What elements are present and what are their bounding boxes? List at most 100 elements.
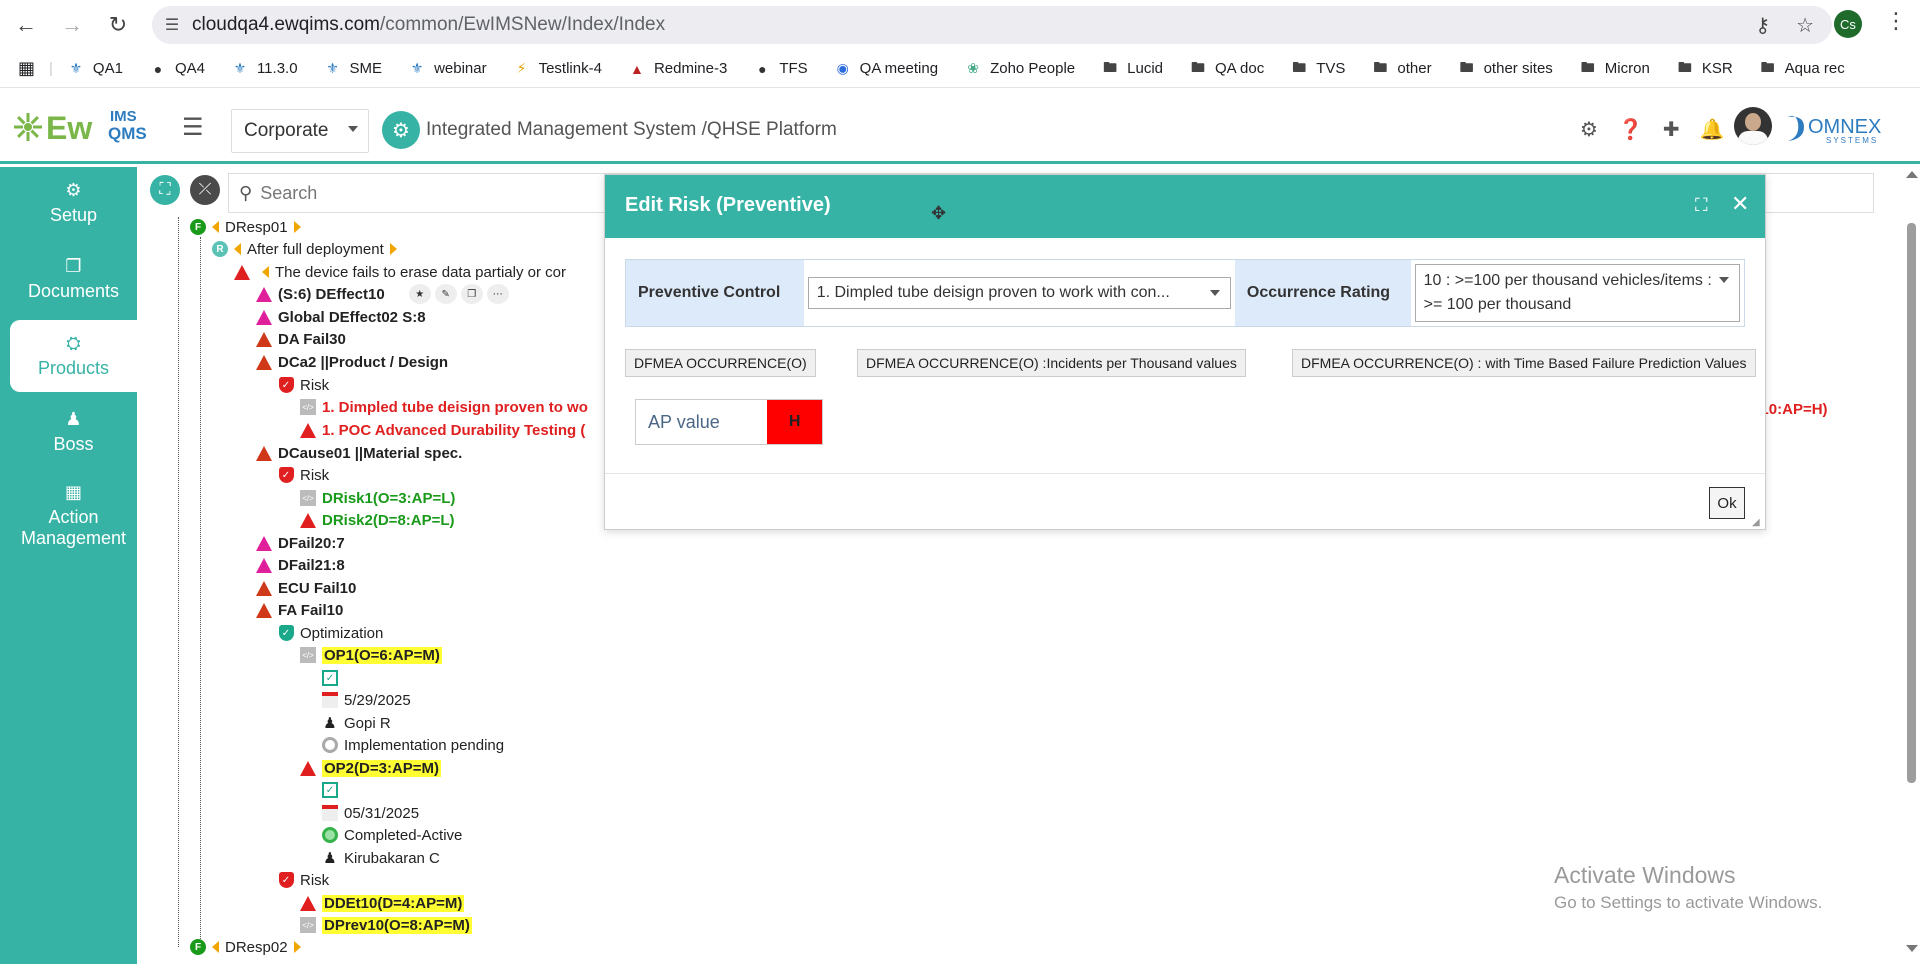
edit-icon[interactable]: ✎ xyxy=(434,284,457,304)
expand-all-icon[interactable]: ⛶ xyxy=(150,175,180,205)
tree-node[interactable]: DFail21:8 xyxy=(256,555,345,575)
tree-node[interactable]: ♟ Gopi R xyxy=(322,713,390,733)
copy-icon[interactable]: ❐ xyxy=(460,284,483,304)
reload-icon[interactable]: ↻ xyxy=(98,5,138,45)
page-scrollbar[interactable] xyxy=(1902,167,1920,964)
sidebar-item-boss[interactable]: ♟ Boss xyxy=(10,396,137,468)
tree-node[interactable]: </> DRisk1(O=3:AP=L) xyxy=(300,488,455,508)
dfmea-time-based-button[interactable]: DFMEA OCCURRENCE(O) : with Time Based Fa… xyxy=(1292,349,1756,377)
scroll-thumb[interactable] xyxy=(1907,223,1916,783)
tree-node[interactable]: ✓ Risk xyxy=(278,375,329,395)
gear-icon[interactable]: ⚙ xyxy=(1580,117,1598,142)
bookmark-tvs[interactable]: 🖿 TVS xyxy=(1290,59,1345,78)
ewqims-logo[interactable]: Ew IMS QMS xyxy=(14,105,164,149)
bookmark-webinar[interactable]: ⚜ webinar xyxy=(408,60,487,78)
tree-node[interactable]: Global DEffect02 S:8 xyxy=(256,307,426,327)
arrow-right-icon[interactable] xyxy=(293,941,301,953)
occurrence-rating-select[interactable]: 10 : >=100 per thousand vehicles/items :… xyxy=(1414,264,1740,322)
bookmark-sme[interactable]: ⚜ SME xyxy=(324,60,382,78)
profile-avatar[interactable]: Cs xyxy=(1834,10,1862,38)
tree-node[interactable]: ✓ Risk xyxy=(278,870,329,890)
key-icon[interactable]: ⚷ xyxy=(1755,13,1770,38)
sidebar-item-setup[interactable]: ⚙ Setup xyxy=(10,167,137,239)
star-icon[interactable]: ☆ xyxy=(1796,13,1814,38)
dialog-header[interactable]: Edit Risk (Preventive) ✥ ⛶ ✕ xyxy=(605,175,1765,238)
tree-node[interactable]: R After full deployment xyxy=(212,239,403,259)
tree-node[interactable]: DRisk2(D=8:AP=L) xyxy=(300,510,455,530)
bell-icon[interactable]: 🔔 xyxy=(1700,117,1725,142)
arrow-left-icon[interactable] xyxy=(212,221,219,233)
bookmark-testlink-4[interactable]: ⚡ Testlink-4 xyxy=(513,60,602,78)
sidebar-item-documents[interactable]: ❐ Documents xyxy=(10,243,137,315)
bookmark-other[interactable]: 🖿 other xyxy=(1371,59,1431,78)
bookmark-aqua-rec[interactable]: 🖿 Aqua rec xyxy=(1759,59,1845,78)
bookmark-other-sites[interactable]: 🖿 other sites xyxy=(1458,59,1553,78)
bookmark-ksr[interactable]: 🖿 KSR xyxy=(1676,59,1733,78)
tree-node[interactable]: 1. POC Advanced Durability Testing ( xyxy=(300,420,585,440)
bookmark-qa-meeting[interactable]: ◉ QA meeting xyxy=(834,60,939,78)
tree-node[interactable]: 5/29/2025 xyxy=(322,690,411,710)
user-avatar[interactable] xyxy=(1734,107,1772,145)
bookmark-redmine-3[interactable]: ▲ Redmine-3 xyxy=(628,60,727,78)
tree-node[interactable]: ECU Fail10 xyxy=(256,578,356,598)
tree-node[interactable]: DA Fail30 xyxy=(256,329,346,349)
bookmark-micron[interactable]: 🖿 Micron xyxy=(1579,59,1650,78)
tree-node[interactable]: (S:6) DEffect10 ★ ✎ ❐ ⋯ xyxy=(256,284,509,304)
sidebar-item-products[interactable]: ⛭ Products xyxy=(10,320,137,392)
tree-node[interactable]: </> OP1(O=6:AP=M) xyxy=(300,645,442,665)
bookmark-qa1[interactable]: ⚜ QA1 xyxy=(67,60,123,78)
arrow-right-icon[interactable] xyxy=(389,243,397,255)
bookmark-tfs[interactable]: ● TFS xyxy=(753,60,808,78)
tree-node[interactable]: F DResp02 xyxy=(190,937,307,957)
tree-node[interactable]: 05/31/2025 xyxy=(322,803,419,823)
back-icon[interactable]: ← xyxy=(6,5,46,45)
tree-node[interactable]: </> DPrev10(O=8:AP=M) xyxy=(300,915,472,935)
apps-icon[interactable]: ▦ xyxy=(18,58,35,79)
maximize-icon[interactable]: ⛶ xyxy=(1695,195,1708,216)
bookmark-lucid[interactable]: 🖿 Lucid xyxy=(1101,59,1163,78)
tree-node[interactable]: ✓ xyxy=(322,668,344,688)
dfmea-occurrence-button[interactable]: DFMEA OCCURRENCE(O) xyxy=(625,349,816,377)
tree-node[interactable]: ✓ Risk xyxy=(278,465,329,485)
tree-node[interactable]: ♟ Kirubakaran C xyxy=(322,848,440,868)
preventive-control-select[interactable]: 1. Dimpled tube deisign proven to work w… xyxy=(807,277,1231,309)
tree-node[interactable]: Implementation pending xyxy=(322,735,504,755)
browser-menu-icon[interactable]: ⋮ xyxy=(1885,8,1907,34)
bookmark-zoho-people[interactable]: ❀ Zoho People xyxy=(964,60,1075,78)
arrow-left-icon[interactable] xyxy=(212,941,219,953)
arrow-left-icon[interactable] xyxy=(262,266,269,278)
tree-node[interactable]: FA Fail10 xyxy=(256,600,343,620)
hamburger-menu-icon[interactable]: ☰ xyxy=(182,113,204,142)
site-settings-icon[interactable]: ☰ xyxy=(152,15,192,35)
bookmark-qa4[interactable]: ● QA4 xyxy=(149,60,205,78)
sidebar-item-action-management[interactable]: ▦ Action Management xyxy=(10,472,137,558)
resize-grip-icon[interactable]: ◢ xyxy=(1752,517,1760,528)
tree-node[interactable]: The device fails to erase data partialy … xyxy=(234,262,566,282)
tree-node[interactable]: </> 1. Dimpled tube deisign proven to wo xyxy=(300,397,588,417)
scroll-down-icon[interactable] xyxy=(1906,945,1918,952)
tree-node[interactable]: Completed-Active xyxy=(322,825,462,845)
tree-node[interactable]: DFail20:7 xyxy=(256,533,345,553)
close-icon[interactable]: ✕ xyxy=(1731,191,1749,217)
tree-node[interactable]: OP2(D=3:AP=M) xyxy=(300,758,442,778)
tree-node[interactable]: DDEt10(D=4:AP=M) xyxy=(300,893,465,913)
tree-node[interactable]: F DResp01 xyxy=(190,217,307,237)
bookmark-11-3-0[interactable]: ⚜ 11.3.0 xyxy=(231,60,298,78)
bookmark-qa-doc[interactable]: 🖿 QA doc xyxy=(1189,59,1264,78)
arrow-right-icon[interactable] xyxy=(293,221,301,233)
scroll-up-icon[interactable] xyxy=(1906,171,1918,178)
more-icon[interactable]: ⋯ xyxy=(486,284,509,304)
tree-node[interactable]: DCa2 ||Product / Design xyxy=(256,352,448,372)
star-icon[interactable]: ★ xyxy=(408,284,431,304)
ok-button[interactable]: Ok xyxy=(1709,487,1745,519)
tree-node[interactable]: ✓ xyxy=(322,780,344,800)
dfmea-incidents-button[interactable]: DFMEA OCCURRENCE(O) :Incidents per Thous… xyxy=(857,349,1246,377)
plus-icon[interactable]: ✚ xyxy=(1663,117,1680,142)
address-bar[interactable]: ☰ cloudqa4.ewqims.com/common/EwIMSNew/In… xyxy=(152,6,1832,44)
forward-icon[interactable]: → xyxy=(52,5,92,45)
move-icon[interactable]: ✥ xyxy=(931,203,946,224)
tree-node[interactable]: DCause01 ||Material spec. xyxy=(256,443,462,463)
company-select[interactable]: Corporate xyxy=(231,109,369,153)
arrow-left-icon[interactable] xyxy=(234,243,241,255)
tree-node[interactable]: ✓ Optimization xyxy=(278,623,383,643)
